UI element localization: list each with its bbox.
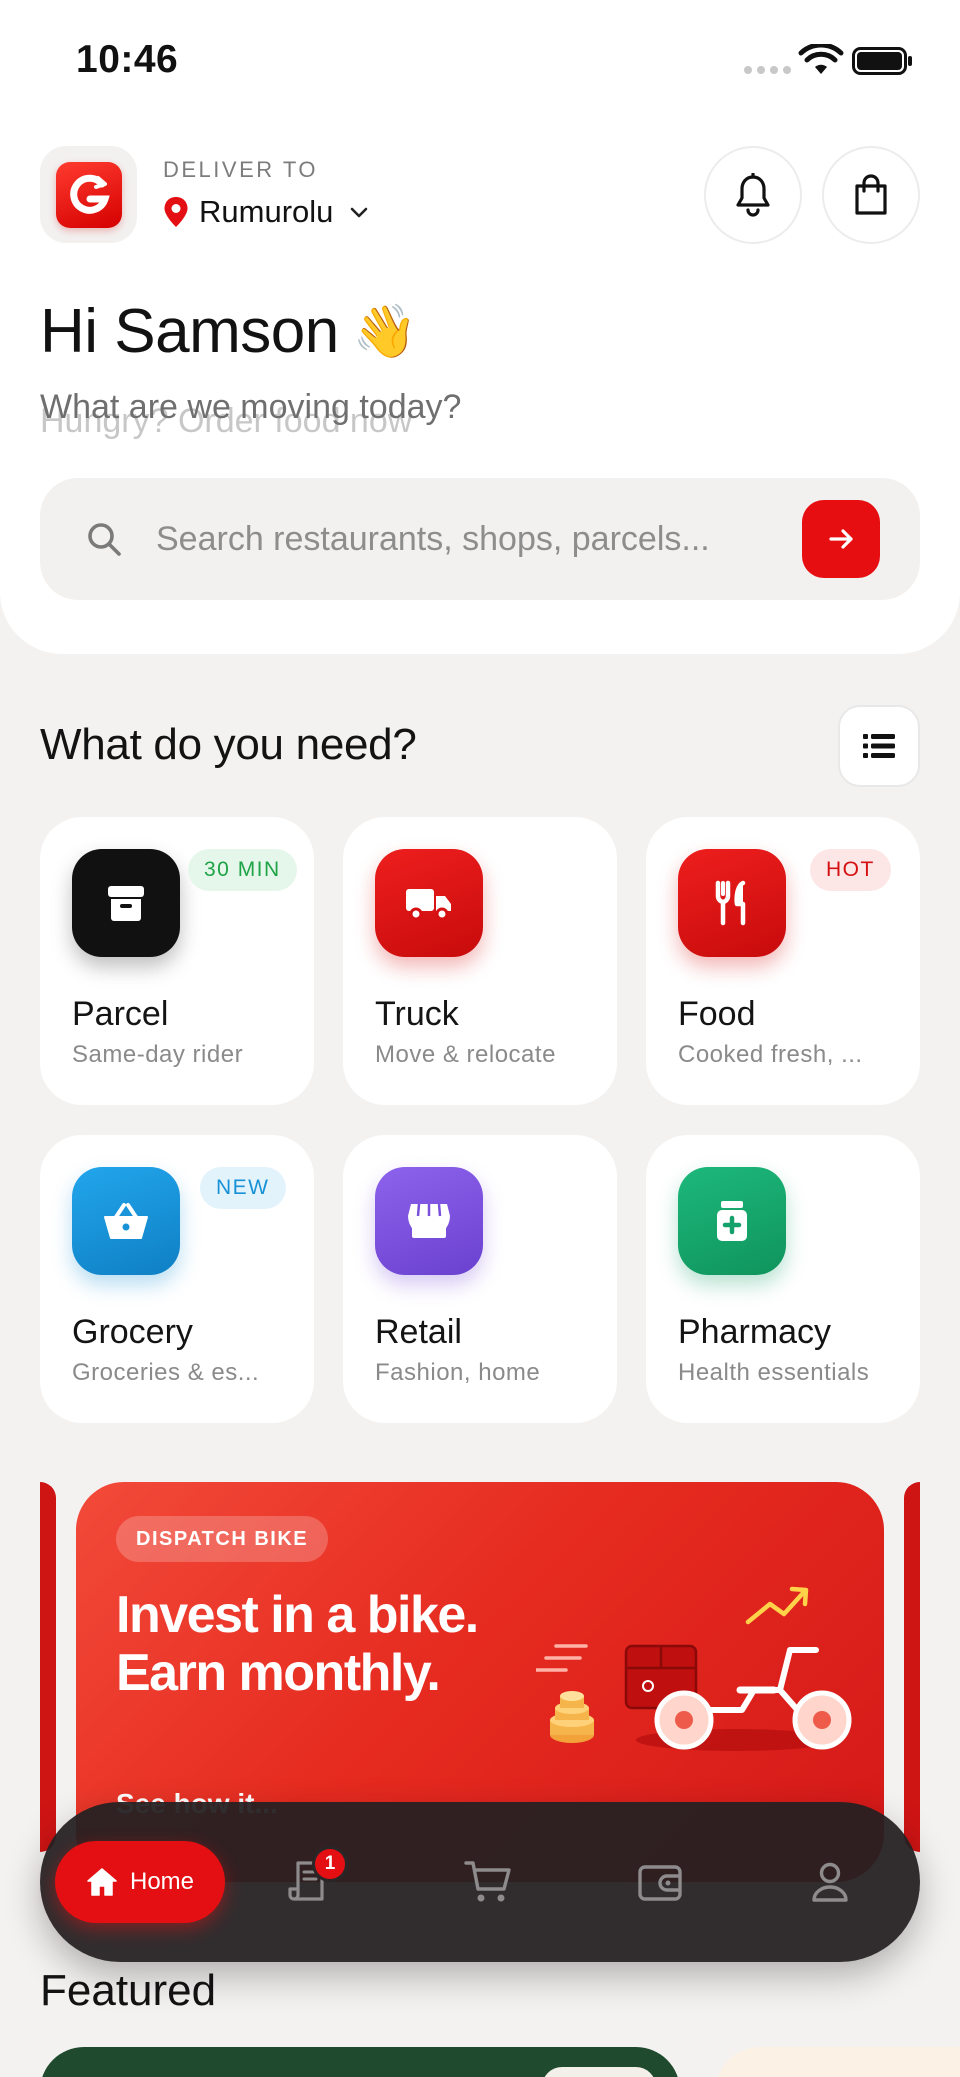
promo-title: Invest in a bike. Earn monthly. bbox=[116, 1586, 556, 1702]
service-card-parcel[interactable]: 30 MIN Parcel Same-day rider bbox=[40, 817, 314, 1105]
battery-icon bbox=[852, 47, 912, 75]
promo-card-next[interactable] bbox=[904, 1482, 920, 1852]
service-name: Grocery bbox=[72, 1313, 193, 1351]
wallet-icon bbox=[638, 1865, 682, 1901]
bottom-navigation: Home 1 bbox=[40, 1802, 920, 1962]
list-view-button[interactable] bbox=[838, 705, 920, 787]
promo-title-line2: Earn monthly. bbox=[116, 1644, 441, 1702]
service-name: Food bbox=[678, 995, 756, 1033]
service-name: Retail bbox=[375, 1313, 462, 1351]
location-selector[interactable]: Rumurolu bbox=[163, 192, 371, 232]
bell-icon bbox=[736, 173, 770, 217]
promo-card-prev[interactable] bbox=[40, 1482, 56, 1852]
promo-title-line1: Invest in a bike. bbox=[116, 1586, 479, 1644]
service-card-pharmacy[interactable]: Pharmacy Health essentials bbox=[646, 1135, 920, 1423]
service-card-truck[interactable]: Truck Move & relocate bbox=[343, 817, 617, 1105]
nav-home-button[interactable]: Home bbox=[55, 1841, 225, 1923]
list-icon bbox=[863, 734, 895, 758]
notifications-button[interactable] bbox=[704, 146, 802, 244]
waving-hand-emoji: 👋 bbox=[352, 303, 418, 361]
home-icon bbox=[87, 1868, 117, 1896]
chevron-down-icon bbox=[351, 207, 368, 218]
greeting-subtitle-current: What are we moving today? bbox=[40, 388, 462, 426]
section-title-services: What do you need? bbox=[40, 720, 417, 769]
service-card-food[interactable]: HOT Food Cooked fresh, ... bbox=[646, 817, 920, 1105]
nav-profile-button[interactable] bbox=[800, 1852, 860, 1912]
truck-icon bbox=[375, 849, 483, 957]
featured-card[interactable] bbox=[716, 2047, 960, 2077]
arrow-right-icon bbox=[829, 529, 853, 549]
service-desc: Groceries & es... bbox=[72, 1359, 260, 1386]
service-name: Parcel bbox=[72, 995, 169, 1033]
location-pin-icon bbox=[164, 197, 188, 227]
nav-cart-button[interactable] bbox=[458, 1852, 518, 1912]
badge-hot: HOT bbox=[810, 849, 891, 891]
service-desc: Cooked fresh, ... bbox=[678, 1041, 863, 1068]
wifi-icon bbox=[798, 44, 844, 74]
service-card-grocery[interactable]: NEW Grocery Groceries & es... bbox=[40, 1135, 314, 1423]
status-time: 10:46 bbox=[76, 38, 179, 81]
section-title-featured: Featured bbox=[40, 1966, 217, 2015]
service-desc: Move & relocate bbox=[375, 1041, 556, 1068]
cart-icon bbox=[464, 1861, 511, 1902]
featured-card[interactable] bbox=[40, 2047, 680, 2077]
greeting-text: Hi Samson bbox=[40, 297, 339, 366]
badge-new: NEW bbox=[200, 1167, 286, 1209]
search-input[interactable] bbox=[156, 512, 816, 566]
app-logo[interactable] bbox=[40, 146, 137, 243]
store-icon bbox=[375, 1167, 483, 1275]
logo-g-icon bbox=[69, 174, 110, 214]
service-desc: Health essentials bbox=[678, 1359, 870, 1386]
header-panel: 10:46 DELIVER TO Rumurolu Hi Samson 👋 Hu… bbox=[0, 0, 960, 654]
service-name: Pharmacy bbox=[678, 1313, 832, 1351]
service-card-retail[interactable]: Retail Fashion, home bbox=[343, 1135, 617, 1423]
shopping-bag-button[interactable] bbox=[822, 146, 920, 244]
search-bar[interactable] bbox=[40, 478, 920, 600]
service-name: Truck bbox=[375, 995, 459, 1033]
promo-tag: DISPATCH BIKE bbox=[116, 1516, 329, 1562]
medicine-icon bbox=[678, 1167, 786, 1275]
service-desc: Same-day rider bbox=[72, 1041, 244, 1068]
service-desc: Fashion, home bbox=[375, 1359, 541, 1386]
deliver-to-label: DELIVER TO bbox=[163, 157, 319, 182]
search-icon bbox=[88, 523, 121, 556]
box-icon bbox=[72, 849, 180, 957]
nav-home-label: Home bbox=[129, 1868, 195, 1895]
status-bar: 10:46 bbox=[0, 0, 960, 120]
fork-knife-icon bbox=[678, 849, 786, 957]
greeting-title: Hi Samson 👋 bbox=[40, 296, 417, 367]
location-name: Rumurolu bbox=[199, 194, 334, 229]
shopping-bag-icon bbox=[855, 174, 887, 215]
search-submit-button[interactable] bbox=[802, 500, 880, 578]
basket-icon bbox=[72, 1167, 180, 1275]
badge-30-min: 30 MIN bbox=[188, 849, 297, 891]
nav-wallet-button[interactable] bbox=[630, 1852, 690, 1912]
orders-count-badge: 1 bbox=[312, 1846, 348, 1882]
featured-card-chip bbox=[542, 2067, 656, 2077]
dispatch-bike-illustration bbox=[536, 1586, 852, 1751]
profile-icon bbox=[812, 1862, 848, 1902]
signal-icon bbox=[744, 66, 791, 74]
